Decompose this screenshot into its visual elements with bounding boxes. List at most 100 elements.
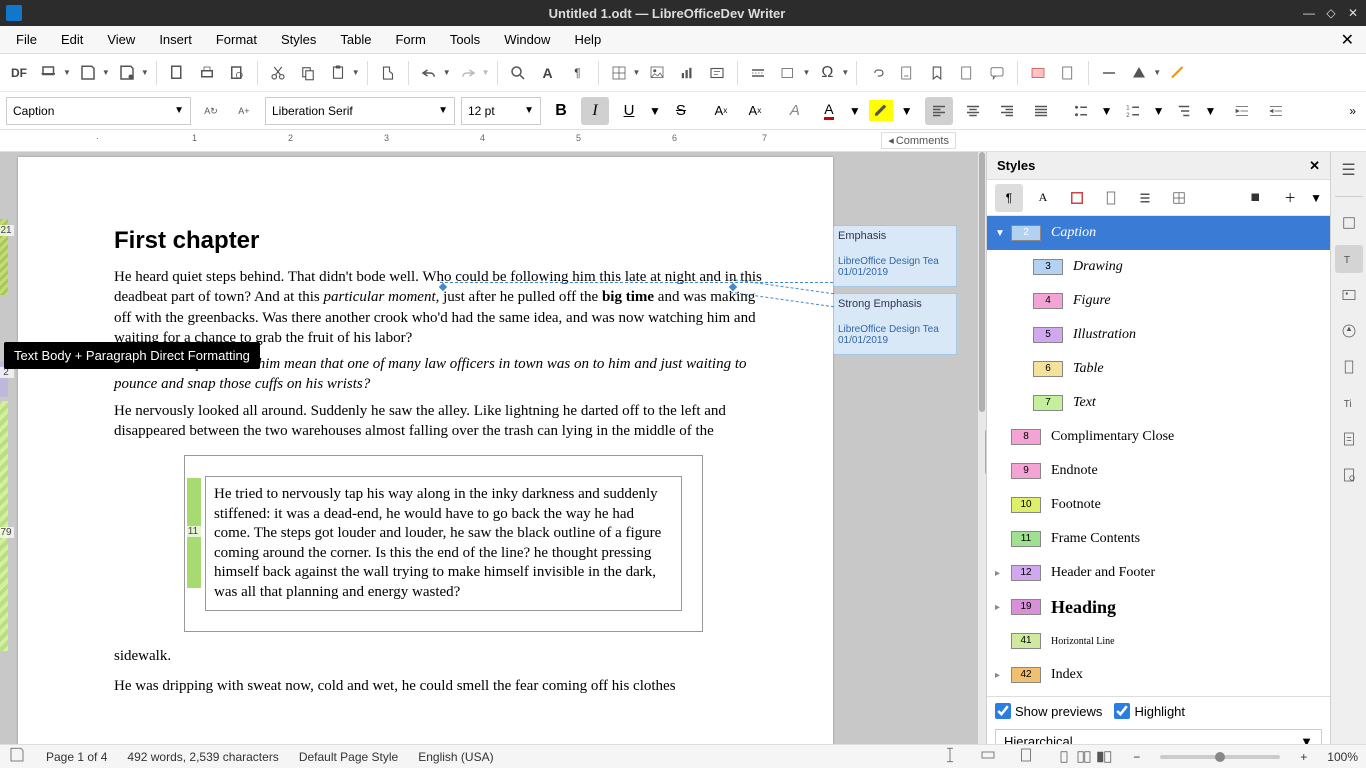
draw-functions-button[interactable] — [1165, 60, 1191, 86]
style-item[interactable]: ▸12Header and Footer — [987, 556, 1330, 590]
page-styles-tab[interactable] — [1097, 184, 1125, 212]
align-right-button[interactable] — [993, 97, 1021, 125]
style-item[interactable]: 6Table — [987, 352, 1330, 386]
font-name-combo[interactable]: Liberation Serif▼ — [265, 97, 455, 125]
expand-icon[interactable]: ▸ — [995, 602, 1011, 613]
paragraph[interactable]: He heard quiet steps behind. That didn't… — [114, 267, 773, 348]
comment-button[interactable] — [984, 60, 1010, 86]
menu-help[interactable]: Help — [564, 29, 611, 50]
style-item[interactable]: ▸19Heading — [987, 590, 1330, 624]
number-list-button[interactable]: 12 — [1119, 97, 1147, 125]
track-changes-button[interactable] — [1025, 60, 1051, 86]
insert-textbox-button[interactable] — [704, 60, 730, 86]
insert-field-button[interactable] — [775, 60, 801, 86]
paragraph[interactable]: He nervously looked all around. Suddenly… — [114, 401, 773, 442]
comment-item[interactable]: Strong Emphasis LibreOffice Design Tea 0… — [833, 293, 957, 355]
menu-form[interactable]: Form — [385, 29, 435, 50]
expand-icon[interactable]: ▼ — [995, 228, 1011, 239]
style-item[interactable]: 7Text — [987, 386, 1330, 420]
print-button[interactable] — [194, 60, 220, 86]
page-break-button[interactable] — [745, 60, 771, 86]
comment-item[interactable]: Emphasis LibreOffice Design Tea 01/01/20… — [833, 225, 957, 287]
expand-icon[interactable]: ▸ — [995, 670, 1011, 681]
copy-button[interactable] — [295, 60, 321, 86]
style-item[interactable]: 11Frame Contents — [987, 522, 1330, 556]
highlight-checkbox[interactable]: Highlight — [1114, 703, 1185, 719]
frame-styles-tab[interactable] — [1063, 184, 1091, 212]
redo-dropdown[interactable]: ▼ — [482, 68, 490, 77]
justify-button[interactable] — [1027, 97, 1055, 125]
show-previews-checkbox[interactable]: Show previews — [995, 703, 1102, 719]
underline-dropdown[interactable]: ▼ — [649, 104, 661, 118]
menu-edit[interactable]: Edit — [51, 29, 93, 50]
align-left-button[interactable] — [925, 97, 953, 125]
style-item[interactable]: 3Drawing — [987, 250, 1330, 284]
new-style-from-sel-button[interactable]: ＋ — [1276, 184, 1304, 212]
style-item[interactable]: 5Illustration — [987, 318, 1330, 352]
shapes-dropdown[interactable]: ▼ — [1153, 68, 1161, 77]
page-tab-icon[interactable] — [1335, 353, 1363, 381]
menu-insert[interactable]: Insert — [149, 29, 202, 50]
hyperlink-button[interactable] — [864, 60, 890, 86]
insert-table-button[interactable] — [606, 60, 632, 86]
outline-button[interactable] — [1170, 97, 1198, 125]
document-area[interactable]: 21 2 79 First chapter He heard quiet ste… — [0, 152, 986, 760]
open-button[interactable] — [36, 60, 62, 86]
font-color-button[interactable]: A — [815, 97, 843, 125]
list-styles-tab[interactable] — [1131, 184, 1159, 212]
save-as-button[interactable] — [114, 60, 140, 86]
formatting-marks-button[interactable]: ¶ — [565, 60, 591, 86]
new-button[interactable]: DF — [6, 60, 32, 86]
comments-header[interactable]: Comments — [881, 132, 956, 149]
decrease-indent-button[interactable] — [1262, 97, 1290, 125]
paragraph[interactable]: He was dripping with sweat now, cold and… — [114, 676, 773, 696]
spellcheck-button[interactable]: A — [535, 60, 561, 86]
align-center-button[interactable] — [959, 97, 987, 125]
number-dropdown[interactable]: ▼ — [1153, 104, 1165, 118]
expand-icon[interactable]: ▸ — [995, 568, 1011, 579]
signature-icon[interactable] — [1017, 746, 1035, 767]
highlight-dropdown[interactable]: ▼ — [901, 104, 913, 118]
field-dropdown[interactable]: ▼ — [802, 68, 810, 77]
save-dropdown[interactable]: ▼ — [102, 68, 110, 77]
character-styles-tab[interactable]: A — [1029, 184, 1057, 212]
print-preview-button[interactable] — [224, 60, 250, 86]
bold-button[interactable]: B — [547, 97, 575, 125]
paragraph[interactable]: sidewalk. — [114, 646, 773, 666]
insert-chart-button[interactable] — [674, 60, 700, 86]
italic-button[interactable]: I — [581, 97, 609, 125]
zoom-slider[interactable] — [1160, 755, 1280, 759]
style-item[interactable]: 4Figure — [987, 284, 1330, 318]
text-frame-content[interactable]: He tried to nervously tap his way along … — [205, 476, 682, 611]
bookmark-button[interactable] — [924, 60, 950, 86]
style-item[interactable]: 41Horizontal Line — [987, 624, 1330, 658]
cut-button[interactable] — [265, 60, 291, 86]
superscript-button[interactable]: Ax — [707, 97, 735, 125]
clone-formatting-button[interactable] — [375, 60, 401, 86]
redo-button[interactable] — [455, 60, 481, 86]
styles-actions-dropdown[interactable]: ▼ — [1310, 191, 1322, 205]
paste-dropdown[interactable]: ▼ — [352, 68, 360, 77]
zoom-value[interactable]: 100% — [1327, 750, 1358, 764]
menu-tools[interactable]: Tools — [440, 29, 490, 50]
menu-window[interactable]: Window — [494, 29, 560, 50]
close-document-button[interactable]: ✕ — [1335, 30, 1360, 50]
find-button[interactable] — [505, 60, 531, 86]
menu-file[interactable]: File — [6, 29, 47, 50]
toolbar-overflow-button[interactable]: » — [1345, 100, 1360, 122]
menu-styles[interactable]: Styles — [271, 29, 326, 50]
save-button[interactable] — [75, 60, 101, 86]
manage-changes-tab-icon[interactable] — [1335, 425, 1363, 453]
special-char-button[interactable]: Ω — [814, 60, 840, 86]
font-size-combo[interactable]: 12 pt▼ — [461, 97, 541, 125]
fill-format-button[interactable] — [1242, 184, 1270, 212]
view-layout-icons[interactable] — [1055, 748, 1113, 766]
open-dropdown[interactable]: ▼ — [63, 68, 71, 77]
style-inspector-tab-icon[interactable]: Ti — [1335, 389, 1363, 417]
paragraph-styles-tab[interactable]: ¶ — [995, 184, 1023, 212]
properties-tab-icon[interactable] — [1335, 209, 1363, 237]
subscript-button[interactable]: Ax — [741, 97, 769, 125]
paragraph-style-combo[interactable]: Caption▼ — [6, 97, 191, 125]
insert-mode-icon[interactable] — [941, 746, 959, 767]
navigator-tab-icon[interactable] — [1335, 317, 1363, 345]
